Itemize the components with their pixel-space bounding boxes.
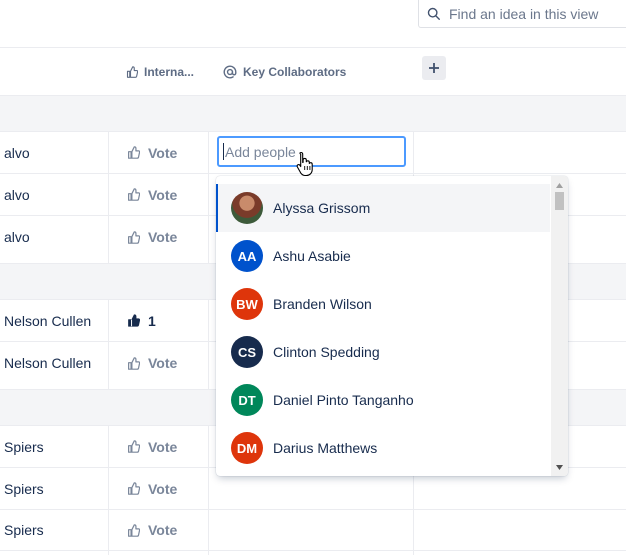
scrollbar-thumb[interactable] — [555, 192, 564, 210]
person-option[interactable]: BW Branden Wilson — [216, 280, 550, 328]
row-name: Spiers — [4, 480, 44, 497]
row-name: Nelson Cullen — [4, 355, 92, 371]
person-option[interactable]: AA Ashu Asabie — [216, 232, 550, 280]
person-name: Darius Matthews — [273, 440, 378, 456]
group-header-row — [0, 95, 626, 131]
row-name: alvo — [4, 186, 30, 203]
person-name: Ashu Asabie — [273, 248, 351, 264]
triangle-up-icon — [556, 182, 563, 188]
avatar: BW — [231, 288, 263, 320]
vote-label: Vote — [148, 480, 178, 497]
thumbs-up-icon — [128, 523, 140, 537]
thumbs-up-icon — [128, 188, 140, 201]
table-row[interactable]: Spiers Vote — [0, 509, 626, 551]
avatar — [231, 192, 263, 224]
vote-button[interactable]: 1 — [109, 300, 208, 341]
vote-button[interactable]: Vote — [109, 174, 208, 215]
row-name: Spiers — [4, 438, 44, 455]
triangle-down-icon — [556, 464, 563, 470]
search-box[interactable] — [418, 0, 626, 28]
thumbs-up-icon — [128, 356, 140, 370]
hand-cursor-icon — [296, 151, 313, 177]
row-name: Spiers — [4, 522, 44, 538]
person-option[interactable]: DM Darius Matthews — [216, 424, 550, 472]
add-column-button[interactable] — [422, 56, 446, 80]
votes-column-header[interactable]: Interna... — [109, 48, 208, 95]
vote-label: Vote — [148, 144, 178, 161]
avatar: AA — [231, 240, 263, 272]
vote-button[interactable]: Vote — [109, 216, 208, 258]
vote-label: Vote — [148, 186, 178, 203]
person-name: Alyssa Grissom — [273, 200, 371, 216]
row-name: Nelson Cullen — [4, 312, 92, 329]
person-name: Clinton Spedding — [273, 344, 380, 360]
plus-icon — [429, 63, 439, 73]
person-option[interactable]: CS Clinton Spedding — [216, 328, 550, 376]
vote-label: Vote — [148, 229, 178, 245]
thumbs-up-icon — [128, 230, 140, 244]
person-name: Branden Wilson — [273, 296, 372, 312]
thumbs-up-icon — [128, 440, 140, 453]
votes-header-label: Interna... — [144, 64, 195, 79]
person-option[interactable]: DT Daniel Pinto Tanganho — [216, 376, 550, 424]
vote-button[interactable]: Vote — [109, 342, 208, 384]
people-dropdown[interactable]: Alyssa Grissom AA Ashu Asabie BW Branden… — [216, 176, 568, 476]
collaborators-header-label: Key Collaborators — [243, 64, 347, 79]
search-input[interactable] — [449, 5, 619, 22]
vote-count: 1 — [148, 312, 156, 329]
dropdown-scrollbar[interactable] — [551, 176, 568, 476]
thumbs-up-icon — [126, 65, 138, 78]
thumbs-up-icon — [128, 482, 140, 495]
vote-button[interactable]: Vote — [109, 468, 208, 509]
vote-button[interactable]: Vote — [109, 132, 208, 173]
thumbs-up-icon — [128, 146, 140, 159]
row-name: alvo — [4, 229, 30, 245]
thumbs-up-filled-icon — [128, 314, 140, 327]
vote-button[interactable]: Vote — [109, 510, 208, 550]
search-icon — [427, 7, 440, 20]
avatar: DM — [231, 432, 263, 464]
vote-label: Vote — [148, 438, 178, 455]
vote-button[interactable]: Vote — [109, 426, 208, 467]
row-name: alvo — [4, 144, 30, 161]
person-name: Daniel Pinto Tanganho — [273, 392, 414, 408]
header-row: Interna... Key Collaborators — [0, 47, 626, 95]
scroll-up-arrow[interactable] — [551, 178, 568, 192]
scroll-down-arrow[interactable] — [551, 460, 568, 474]
collaborators-column-header[interactable]: Key Collaborators — [209, 48, 413, 95]
avatar: DT — [231, 384, 263, 416]
vote-label: Vote — [148, 355, 178, 371]
text-caret — [223, 143, 224, 160]
at-sign-icon — [223, 65, 237, 78]
vote-label: Vote — [148, 522, 178, 538]
avatar: CS — [231, 336, 263, 368]
person-option[interactable]: Alyssa Grissom — [216, 184, 550, 232]
